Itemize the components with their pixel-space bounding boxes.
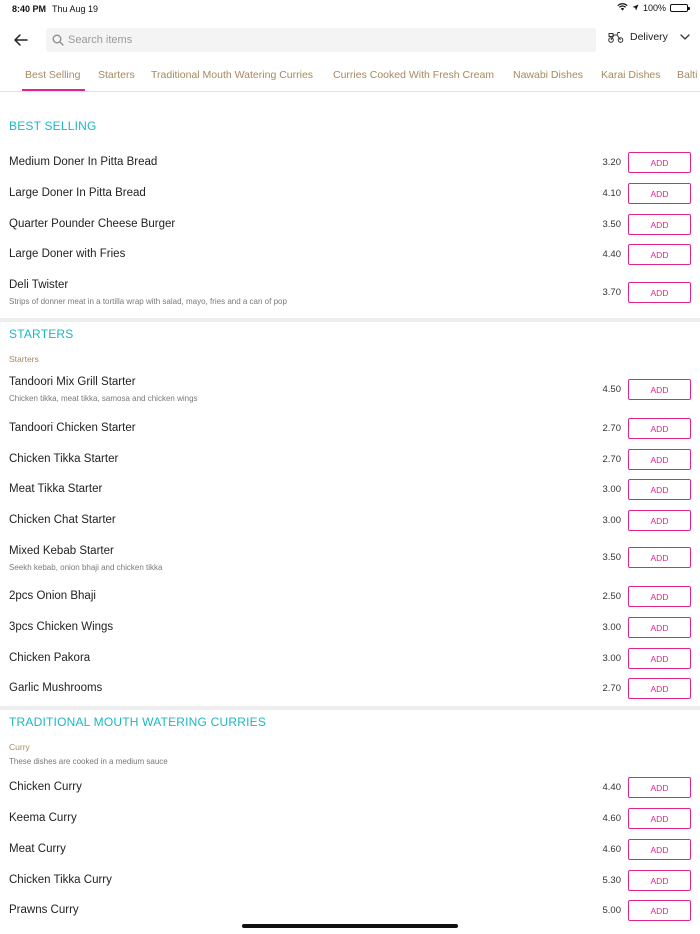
add-button[interactable]: ADD xyxy=(628,839,691,860)
section-subtitle: Starters xyxy=(9,354,39,364)
add-button[interactable]: ADD xyxy=(628,449,691,470)
category-tabs: Best Selling Starters Traditional Mouth … xyxy=(0,60,700,92)
item-name: Chicken Curry xyxy=(9,781,82,793)
add-button[interactable]: ADD xyxy=(628,418,691,439)
item-price: 2.70 xyxy=(602,423,622,434)
item-name: Meat Tikka Starter xyxy=(9,483,103,495)
item-name: Large Doner In Pitta Bread xyxy=(9,187,146,199)
item-name: Chicken Chat Starter xyxy=(9,514,116,526)
add-button[interactable]: ADD xyxy=(628,617,691,638)
back-button[interactable] xyxy=(10,29,32,51)
item-name: Meat Curry xyxy=(9,843,66,855)
item-price: 3.00 xyxy=(602,515,622,526)
item-name: Chicken Tikka Starter xyxy=(9,453,119,465)
search-icon xyxy=(52,34,64,46)
item-price: 3.00 xyxy=(602,484,622,495)
item-price: 4.50 xyxy=(602,384,622,395)
item-price: 3.50 xyxy=(602,219,622,230)
item-name: Keema Curry xyxy=(9,812,77,824)
item-name: Prawns Curry xyxy=(9,904,79,916)
add-button[interactable]: ADD xyxy=(628,379,691,400)
battery-icon xyxy=(670,4,690,12)
add-button[interactable]: ADD xyxy=(628,183,691,204)
add-button[interactable]: ADD xyxy=(628,214,691,235)
active-tab-indicator xyxy=(22,89,85,91)
delivery-label: Delivery xyxy=(630,31,668,43)
item-description: Strips of donner meat in a tortilla wrap… xyxy=(9,297,287,306)
item-price: 3.50 xyxy=(602,552,622,563)
section-title: STARTERS xyxy=(9,327,74,341)
item-name: Chicken Tikka Curry xyxy=(9,874,112,886)
section-subtitle: Curry xyxy=(9,742,30,752)
item-price: 4.60 xyxy=(602,844,622,855)
item-name: Deli Twister xyxy=(9,279,69,291)
item-price: 4.40 xyxy=(602,249,622,260)
add-button[interactable]: ADD xyxy=(628,479,691,500)
item-name: Large Doner with Fries xyxy=(9,248,126,260)
tab-best-selling[interactable]: Best Selling xyxy=(25,69,80,81)
item-description: Chicken tikka, meat tikka, samosa and ch… xyxy=(9,394,198,403)
item-price: 5.30 xyxy=(602,875,622,886)
item-price: 3.00 xyxy=(602,653,622,664)
section-description: These dishes are cooked in a medium sauc… xyxy=(9,757,168,766)
status-date: Thu Aug 19 xyxy=(52,4,99,14)
item-name: Mixed Kebab Starter xyxy=(9,545,114,557)
add-button[interactable]: ADD xyxy=(628,678,691,699)
tab-starters[interactable]: Starters xyxy=(98,69,135,81)
add-button[interactable]: ADD xyxy=(628,586,691,607)
status-time: 8:40 PM xyxy=(12,4,47,14)
status-bar: 8:40 PM Thu Aug 19 100% xyxy=(0,0,700,18)
section-title: BEST SELLING xyxy=(9,119,97,133)
add-button[interactable]: ADD xyxy=(628,152,691,173)
item-name: 2pcs Onion Bhaji xyxy=(9,590,96,602)
tab-traditional-curries[interactable]: Traditional Mouth Watering Curries xyxy=(151,69,313,81)
item-price: 4.40 xyxy=(602,782,622,793)
chevron-down-icon xyxy=(680,34,690,40)
add-button[interactable]: ADD xyxy=(628,547,691,568)
section-title: TRADITIONAL MOUTH WATERING CURRIES xyxy=(9,715,267,729)
add-button[interactable]: ADD xyxy=(628,282,691,303)
item-name: Chicken Pakora xyxy=(9,652,91,664)
add-button[interactable]: ADD xyxy=(628,244,691,265)
top-bar: Delivery xyxy=(0,26,700,54)
add-button[interactable]: ADD xyxy=(628,648,691,669)
search-input[interactable] xyxy=(68,34,568,46)
item-price: 5.00 xyxy=(602,905,622,916)
tab-nawabi-dishes[interactable]: Nawabi Dishes xyxy=(513,69,583,81)
item-name: Tandoori Chicken Starter xyxy=(9,422,136,434)
add-button[interactable]: ADD xyxy=(628,510,691,531)
status-indicators: 100% xyxy=(617,3,690,13)
item-price: 3.00 xyxy=(602,622,622,633)
item-price: 2.50 xyxy=(602,591,622,602)
delivery-selector[interactable]: Delivery xyxy=(608,31,690,43)
battery-percent: 100% xyxy=(642,3,666,13)
arrow-left-icon xyxy=(14,34,28,46)
section-divider xyxy=(0,318,700,322)
item-price: 4.10 xyxy=(602,188,622,199)
tab-fresh-cream-curries[interactable]: Curries Cooked With Fresh Cream xyxy=(333,69,494,81)
tab-karai-dishes[interactable]: Karai Dishes xyxy=(601,69,661,81)
add-button[interactable]: ADD xyxy=(628,777,691,798)
item-price: 2.70 xyxy=(602,454,622,465)
item-price: 4.60 xyxy=(602,813,622,824)
item-name: 3pcs Chicken Wings xyxy=(9,621,114,633)
add-button[interactable]: ADD xyxy=(628,870,691,891)
item-name: Quarter Pounder Cheese Burger xyxy=(9,218,176,230)
add-button[interactable]: ADD xyxy=(628,808,691,829)
search-bar[interactable] xyxy=(46,28,596,52)
item-description: Seekh kebab, onion bhaji and chicken tik… xyxy=(9,563,163,572)
item-price: 3.20 xyxy=(602,157,622,168)
scooter-icon xyxy=(608,32,624,43)
home-indicator xyxy=(242,924,458,928)
item-name: Garlic Mushrooms xyxy=(9,682,103,694)
location-icon xyxy=(632,3,639,13)
section-divider xyxy=(0,706,700,710)
item-price: 2.70 xyxy=(602,683,622,694)
item-name: Tandoori Mix Grill Starter xyxy=(9,376,136,388)
add-button[interactable]: ADD xyxy=(628,900,691,921)
item-price: 3.70 xyxy=(602,287,622,298)
tab-balti[interactable]: Balti xyxy=(677,69,697,81)
wifi-icon xyxy=(617,3,628,13)
item-name: Medium Doner In Pitta Bread xyxy=(9,156,158,168)
